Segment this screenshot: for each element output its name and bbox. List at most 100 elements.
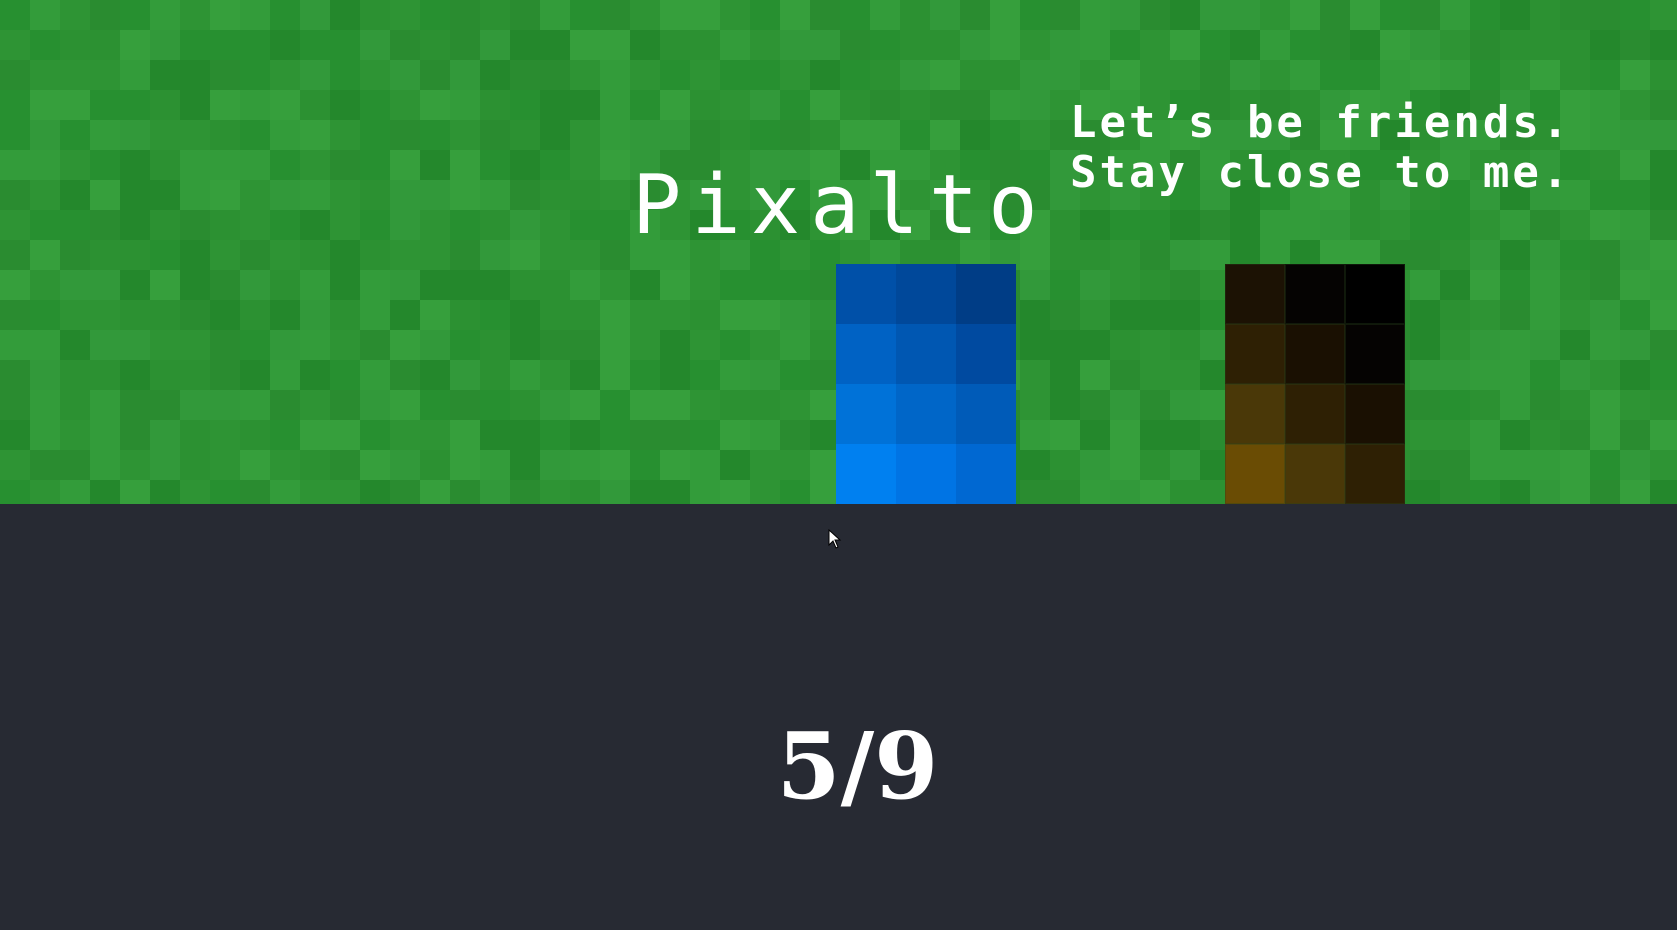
grass-tile [480,390,510,420]
grass-tile [360,120,390,150]
grass-tile [510,270,540,300]
grass-tile [1410,330,1440,360]
grass-tile [720,90,750,120]
grass-tile [1620,0,1650,30]
grass-tile [1560,360,1590,390]
grass-tile [150,270,180,300]
grass-tile [120,360,150,390]
grass-tile [0,330,30,360]
grass-tile [1470,0,1500,30]
grass-tile [180,420,210,450]
player-pixel [836,384,896,444]
grass-tile [210,300,240,330]
grass-tile [600,420,630,450]
grass-tile [990,60,1020,90]
grass-tile [570,450,600,480]
grass-tile [210,450,240,480]
grass-tile [210,150,240,180]
grass-tile [30,120,60,150]
grass-tile [390,360,420,390]
grass-tile [960,120,990,150]
grass-tile [270,180,300,210]
grass-tile [810,120,840,150]
grass-tile [450,300,480,330]
grass-tile [870,120,900,150]
npc-pixel [1285,384,1345,444]
grass-tile [90,60,120,90]
grass-tile [750,300,780,330]
grass-tile [420,300,450,330]
grass-tile [1110,0,1140,30]
grass-tile [1230,210,1260,240]
grass-tile [570,420,600,450]
grass-tile [720,300,750,330]
grass-tile [1620,450,1650,480]
grass-tile [870,0,900,30]
grass-tile [360,180,390,210]
grass-tile [210,120,240,150]
grass-tile [390,210,420,240]
grass-tile [330,90,360,120]
grass-tile [1020,450,1050,480]
grass-tile [720,360,750,390]
grass-tile [1560,30,1590,60]
grass-tile [30,480,60,504]
grass-tile [180,0,210,30]
grass-tile [180,30,210,60]
grass-tile [1650,420,1677,450]
npc-pixel [1225,264,1285,324]
grass-tile [30,240,60,270]
grass-tile [570,480,600,504]
grass-tile [540,210,570,240]
grass-tile [1170,300,1200,330]
npc-pixel [1225,324,1285,384]
grass-tile [1650,270,1677,300]
grass-tile [390,180,420,210]
grass-tile [150,210,180,240]
grass-tile [450,60,480,90]
grass-tile [1560,300,1590,330]
grass-tile [600,30,630,60]
grass-tile [630,330,660,360]
npc-pixel [1225,444,1285,504]
grass-tile [150,480,180,504]
grass-tile [60,420,90,450]
grass-tile [270,150,300,180]
grass-tile [450,90,480,120]
npc-pixel [1285,264,1345,324]
grass-tile [150,180,180,210]
grass-tile [720,480,750,504]
grass-tile [570,240,600,270]
grass-tile [720,390,750,420]
grass-tile [1530,390,1560,420]
grass-tile [1110,60,1140,90]
grass-tile [1650,240,1677,270]
grass-tile [480,210,510,240]
grass-tile [1110,240,1140,270]
grass-tile [1560,240,1590,270]
grass-tile [1170,210,1200,240]
grass-tile [150,30,180,60]
grass-tile [180,360,210,390]
grass-tile [300,390,330,420]
grass-tile [60,300,90,330]
grass-tile [180,150,210,180]
grass-tile [420,120,450,150]
grass-tile [360,330,390,360]
grass-tile [300,420,330,450]
grass-tile [1620,90,1650,120]
grass-tile [150,0,180,30]
grass-tile [1140,240,1170,270]
grass-tile [1350,30,1380,60]
grass-tile [690,30,720,60]
grass-tile [1410,360,1440,390]
game-scene[interactable]: Pixalto Let’s be friends. Stay close to … [0,0,1677,930]
grass-tile [90,300,120,330]
grass-tile [300,120,330,150]
grass-tile [420,0,450,30]
grass-tile [600,0,630,30]
grass-tile [900,120,930,150]
grass-tile [120,240,150,270]
grass-tile [1020,120,1050,150]
grass-tile [720,420,750,450]
